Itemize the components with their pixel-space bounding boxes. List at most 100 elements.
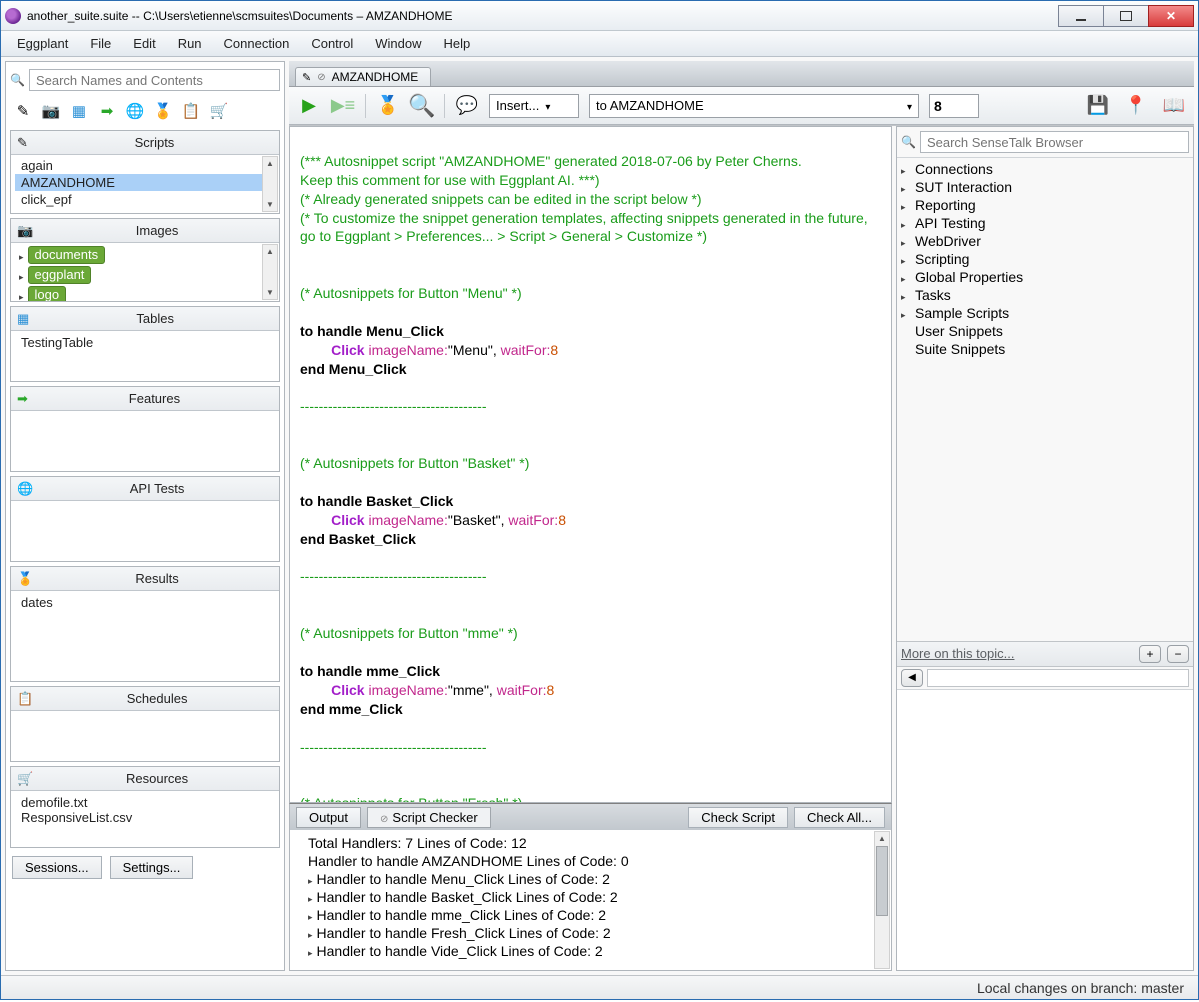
cart-icon[interactable]: 🛒 <box>210 102 228 120</box>
menu-window[interactable]: Window <box>365 33 431 54</box>
chevron-right-icon <box>901 215 911 231</box>
check-script-button[interactable]: Check Script <box>688 807 788 828</box>
script-item-selected[interactable]: AMZANDHOME <box>15 174 275 191</box>
tab-label: AMZANDHOME <box>332 70 419 84</box>
minimize-button[interactable] <box>1058 5 1104 27</box>
scrollbar[interactable] <box>874 831 890 969</box>
scrollbar[interactable] <box>262 156 278 212</box>
images-header: Images <box>41 223 273 238</box>
table-icon[interactable]: ▦ <box>70 102 88 120</box>
check-all-button[interactable]: Check All... <box>794 807 885 828</box>
run-button[interactable]: ▶ <box>297 94 321 118</box>
close-tab-icon[interactable]: ⊘ <box>317 72 325 83</box>
schedules-section: 📋 Schedules <box>10 686 280 762</box>
location-icon[interactable]: 📍 <box>1124 94 1148 118</box>
checker-line[interactable]: Handler to handle Basket_Click Lines of … <box>298 888 883 906</box>
resource-item[interactable]: ResponsiveList.csv <box>21 810 269 825</box>
browser-item[interactable]: User Snippets <box>899 322 1191 340</box>
close-icon[interactable]: ⊘ <box>380 814 388 825</box>
comment-icon[interactable]: 💬 <box>455 94 479 118</box>
image-folder[interactable]: documents <box>15 245 275 265</box>
image-folder[interactable]: logo <box>15 285 275 301</box>
browser-item[interactable]: Reporting <box>899 196 1191 214</box>
checker-line[interactable]: Handler to handle Fresh_Click Lines of C… <box>298 924 883 942</box>
checker-line[interactable]: Handler to handle Menu_Click Lines of Co… <box>298 870 883 888</box>
save-icon[interactable]: 💾 <box>1086 94 1110 118</box>
run-selection-button[interactable]: ▶≡ <box>331 94 355 118</box>
maximize-button[interactable] <box>1103 5 1149 27</box>
titlebar[interactable]: another_suite.suite -- C:\Users\etienne\… <box>1 1 1198 31</box>
topic-field <box>927 669 1189 687</box>
more-link[interactable]: More on this topic... <box>901 646 1133 661</box>
image-folder[interactable]: eggplant <box>15 265 275 285</box>
clipboard-icon: 📋 <box>17 691 33 707</box>
browser-item[interactable]: Scripting <box>899 250 1191 268</box>
chevron-right-icon[interactable] <box>308 889 317 905</box>
menu-eggplant[interactable]: Eggplant <box>7 33 78 54</box>
zoom-in-icon[interactable]: 🔍 <box>410 94 434 118</box>
search-icon <box>901 135 916 149</box>
feature-icon[interactable]: ➡ <box>98 102 116 120</box>
target-dropdown[interactable]: to AMZANDHOME <box>589 94 919 118</box>
result-item[interactable]: dates <box>21 595 53 610</box>
badge-icon[interactable]: 🏅 <box>154 102 172 120</box>
script-item[interactable]: again <box>15 157 275 174</box>
browser-item[interactable]: Connections <box>899 160 1191 178</box>
globe-icon[interactable]: 🌐 <box>126 102 144 120</box>
clipboard-icon[interactable]: 📋 <box>182 102 200 120</box>
browser-item[interactable]: Sample Scripts <box>899 304 1191 322</box>
browser-item[interactable]: WebDriver <box>899 232 1191 250</box>
chevron-right-icon <box>901 287 911 303</box>
output-tab[interactable]: Output <box>296 807 361 828</box>
script-item[interactable]: click_epf <box>15 191 275 208</box>
scripts-section: ✎ Scripts again AMZANDHOME click_epf <box>10 130 280 214</box>
book-icon[interactable]: 📖 <box>1162 94 1186 118</box>
chevron-right-icon[interactable] <box>308 925 317 941</box>
code-editor[interactable]: (*** Autosnippet script "AMZANDHOME" gen… <box>289 126 892 803</box>
insert-dropdown[interactable]: Insert... <box>489 94 579 118</box>
menu-control[interactable]: Control <box>301 33 363 54</box>
checker-line: Total Handlers: 7 Lines of Code: 12 <box>298 834 883 852</box>
chevron-right-icon[interactable] <box>308 907 317 923</box>
topic-detail <box>897 689 1193 971</box>
script-checker-tab[interactable]: ⊘Script Checker <box>367 807 491 828</box>
navigator-search-input[interactable] <box>29 69 280 91</box>
menu-connection[interactable]: Connection <box>214 33 300 54</box>
chevron-right-icon[interactable] <box>308 871 317 887</box>
remove-button[interactable]: − <box>1167 645 1189 663</box>
scrollbar[interactable] <box>262 244 278 300</box>
tables-header: Tables <box>37 311 273 326</box>
browser-item[interactable]: Global Properties <box>899 268 1191 286</box>
back-button[interactable]: ◀ <box>901 669 923 687</box>
results-section: 🏅 Results dates <box>10 566 280 682</box>
chevron-right-icon <box>901 305 911 321</box>
chevron-right-icon[interactable] <box>308 943 317 959</box>
checker-line[interactable]: Handler to handle mme_Click Lines of Cod… <box>298 906 883 924</box>
settings-button[interactable]: Settings... <box>110 856 194 879</box>
waitfor-input[interactable] <box>929 94 979 118</box>
chevron-right-icon <box>901 161 911 177</box>
resources-header: Resources <box>41 771 273 786</box>
browser-item[interactable]: Tasks <box>899 286 1191 304</box>
app-icon <box>5 8 21 24</box>
add-button[interactable]: + <box>1139 645 1161 663</box>
chevron-right-icon <box>19 268 24 283</box>
camera-icon[interactable]: 📷 <box>42 102 60 120</box>
browser-item[interactable]: API Testing <box>899 214 1191 232</box>
menu-file[interactable]: File <box>80 33 121 54</box>
table-item[interactable]: TestingTable <box>21 335 93 350</box>
menu-help[interactable]: Help <box>434 33 481 54</box>
browser-item[interactable]: SUT Interaction <box>899 178 1191 196</box>
search-icon <box>10 73 25 87</box>
checker-line[interactable]: Handler to handle Vide_Click Lines of Co… <box>298 942 883 960</box>
menu-edit[interactable]: Edit <box>123 33 165 54</box>
browser-item[interactable]: Suite Snippets <box>899 340 1191 358</box>
resource-item[interactable]: demofile.txt <box>21 795 269 810</box>
document-tab[interactable]: ✎ ⊘ AMZANDHOME <box>295 67 431 86</box>
menu-run[interactable]: Run <box>168 33 212 54</box>
sessions-button[interactable]: Sessions... <box>12 856 102 879</box>
browser-search-input[interactable] <box>920 131 1189 153</box>
badge-icon[interactable]: 🏅 <box>376 94 400 118</box>
close-button[interactable] <box>1148 5 1194 27</box>
edit-icon[interactable]: ✎ <box>14 102 32 120</box>
